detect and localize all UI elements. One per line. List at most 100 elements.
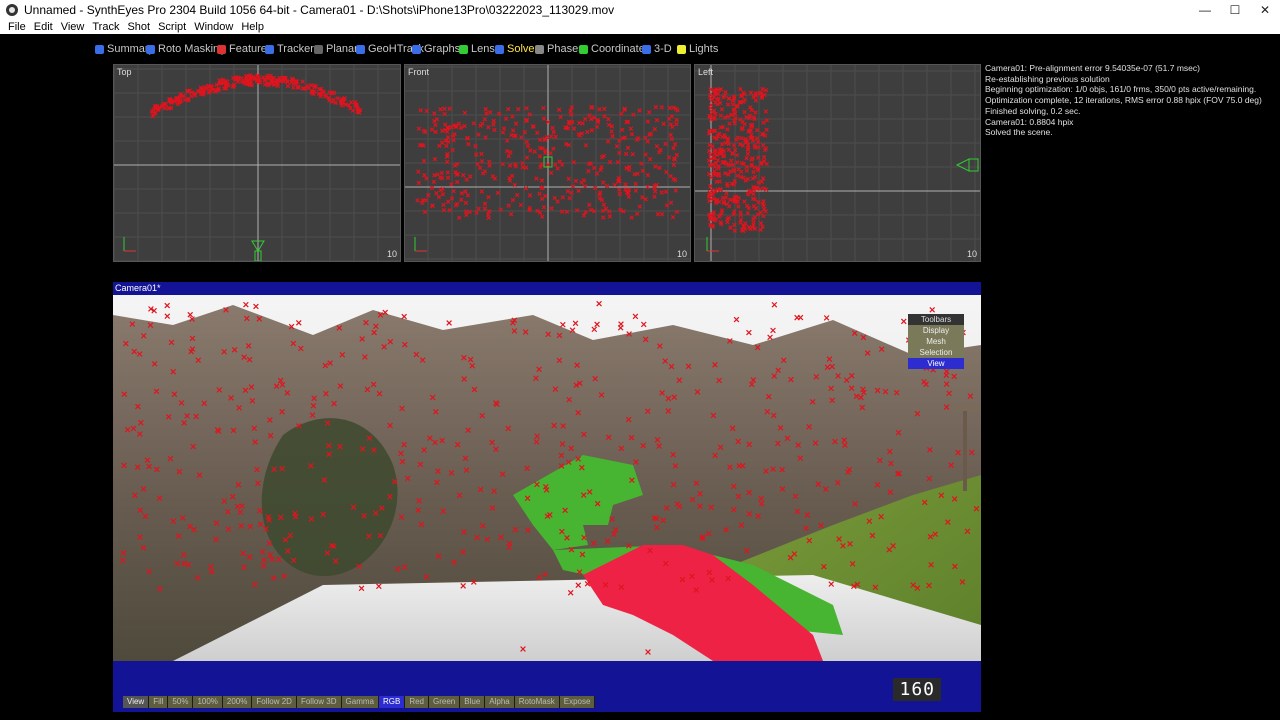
tracker-mark <box>476 206 481 211</box>
tracker-mark <box>645 172 651 178</box>
view-toolbar-expose-button[interactable]: Expose <box>559 696 595 708</box>
tracker-mark <box>760 86 765 92</box>
tracker-mark <box>444 129 450 134</box>
tracker-mark <box>440 192 446 197</box>
tracker-mark <box>725 102 731 107</box>
tracker-mark <box>589 128 595 133</box>
tracker-mark <box>725 127 730 132</box>
tracker-mark <box>512 182 518 188</box>
tracker-mark <box>480 121 485 126</box>
view-toolbar-alpha-button[interactable]: Alpha <box>485 696 514 708</box>
deck-post <box>963 411 967 491</box>
menu-view[interactable]: View <box>61 21 85 33</box>
view-toolbar-follow-2d-button[interactable]: Follow 2D <box>252 696 296 708</box>
tracker-mark <box>571 160 577 165</box>
room-tab-label: 3-D <box>654 43 672 55</box>
room-tab-graphs[interactable]: Graphs <box>412 42 460 56</box>
view-toolbar-gamma-button[interactable]: Gamma <box>341 696 378 708</box>
toolbar-mesh-button[interactable]: Mesh <box>908 336 964 347</box>
menu-file[interactable]: File <box>8 21 26 33</box>
room-tab-phases[interactable]: Phases <box>535 42 584 56</box>
tracker-mark <box>548 134 554 139</box>
view-toolbar-follow-3d-button[interactable]: Follow 3D <box>296 696 341 708</box>
view-toolbar-200--button[interactable]: 200% <box>222 696 252 708</box>
view-toolbar-red-button[interactable]: Red <box>405 696 429 708</box>
tracker-mark <box>509 173 515 179</box>
tracker-mark <box>601 202 607 207</box>
tracker-mark <box>482 169 488 174</box>
tracker-mark <box>744 155 749 161</box>
tracker-mark <box>444 143 449 149</box>
tracker-mark <box>623 182 628 187</box>
menu-window[interactable]: Window <box>194 21 233 33</box>
room-tab-coordinates[interactable]: Coordinates <box>579 42 650 56</box>
camera-view[interactable]: Camera01* Toolbars Display Mesh Selectio… <box>113 282 981 712</box>
lights-icon <box>677 44 686 54</box>
minimize-button[interactable]: — <box>1190 0 1220 20</box>
tracker-mark <box>482 117 488 122</box>
room-tab-solver[interactable]: Solver <box>495 42 538 56</box>
tracker-mark <box>623 151 629 157</box>
tracker-mark <box>440 128 445 134</box>
tracker-mark <box>524 106 529 111</box>
toolbar-selection-button[interactable]: Selection <box>908 347 964 358</box>
room-tab-label: Planar <box>326 43 358 55</box>
tracker-mark <box>537 137 543 142</box>
room-tab-planar[interactable]: Planar <box>314 42 358 56</box>
viewport-left-number: 10 <box>966 249 977 259</box>
tracker-mark <box>760 176 766 181</box>
geohtrack-icon <box>356 44 365 54</box>
viewport-top[interactable]: Top 10 <box>113 64 401 262</box>
tracker-mark <box>300 86 306 91</box>
view-toolbar-fill-button[interactable]: Fill <box>149 696 168 708</box>
solver-icon <box>495 44 504 54</box>
menu-track[interactable]: Track <box>92 21 119 33</box>
view-toolbar-view-button[interactable]: View <box>123 696 149 708</box>
axis-gizmo <box>123 237 136 252</box>
tracker-mark <box>587 202 592 208</box>
tracker-mark <box>565 188 571 194</box>
room-tab-lights[interactable]: Lights <box>677 42 718 56</box>
tracker-mark <box>453 203 459 208</box>
viewport-front[interactable]: Front 10 <box>404 64 691 262</box>
camera-image[interactable]: Toolbars Display Mesh Selection View <box>113 295 981 661</box>
tracker-mark <box>749 157 754 162</box>
tracker-mark <box>524 139 530 145</box>
room-tab-roto-masking[interactable]: Roto Masking <box>146 42 225 56</box>
tracker-mark <box>637 204 643 209</box>
tracker-mark <box>415 198 420 203</box>
toolbar-display-button[interactable]: Display <box>908 325 964 336</box>
tracker-mark <box>527 193 533 198</box>
menu-edit[interactable]: Edit <box>34 21 53 33</box>
tracker-mark <box>753 110 758 115</box>
room-tab-3-d[interactable]: 3-D <box>642 42 672 56</box>
view-toolbar-green-button[interactable]: Green <box>429 696 460 708</box>
tracker-mark <box>764 161 770 167</box>
view-toolbar-100--button[interactable]: 100% <box>193 696 222 708</box>
view-toolbar-rotomask-button[interactable]: RotoMask <box>514 696 559 708</box>
phases-icon <box>535 44 544 54</box>
toolbar-view-button[interactable]: View <box>908 358 964 369</box>
viewport-top-label: Top <box>117 67 132 77</box>
viewport-left[interactable]: Left 10 <box>694 64 981 262</box>
view-toolbar-blue-button[interactable]: Blue <box>460 696 485 708</box>
tracker-mark <box>449 182 454 187</box>
menu-script[interactable]: Script <box>158 21 186 33</box>
menu-help[interactable]: Help <box>241 21 264 33</box>
menu-shot[interactable]: Shot <box>127 21 150 33</box>
tracker-mark <box>732 209 737 214</box>
tracker-mark <box>506 203 511 208</box>
tracker-mark <box>714 179 719 184</box>
close-button[interactable]: ✕ <box>1250 0 1280 20</box>
point-cloud <box>415 104 680 220</box>
tracker-mark <box>753 98 759 103</box>
view-toolbar-rgb-button[interactable]: RGB <box>378 696 405 708</box>
maximize-button[interactable]: ☐ <box>1220 0 1250 20</box>
tracker-mark <box>508 212 514 217</box>
room-tab-trackers[interactable]: Trackers <box>265 42 319 56</box>
room-tab-lens[interactable]: Lens <box>459 42 495 56</box>
tracker-mark <box>738 86 743 92</box>
view-toolbar-50--button[interactable]: 50% <box>168 696 193 708</box>
tracker-mark <box>445 175 451 180</box>
tracker-mark <box>671 145 676 151</box>
